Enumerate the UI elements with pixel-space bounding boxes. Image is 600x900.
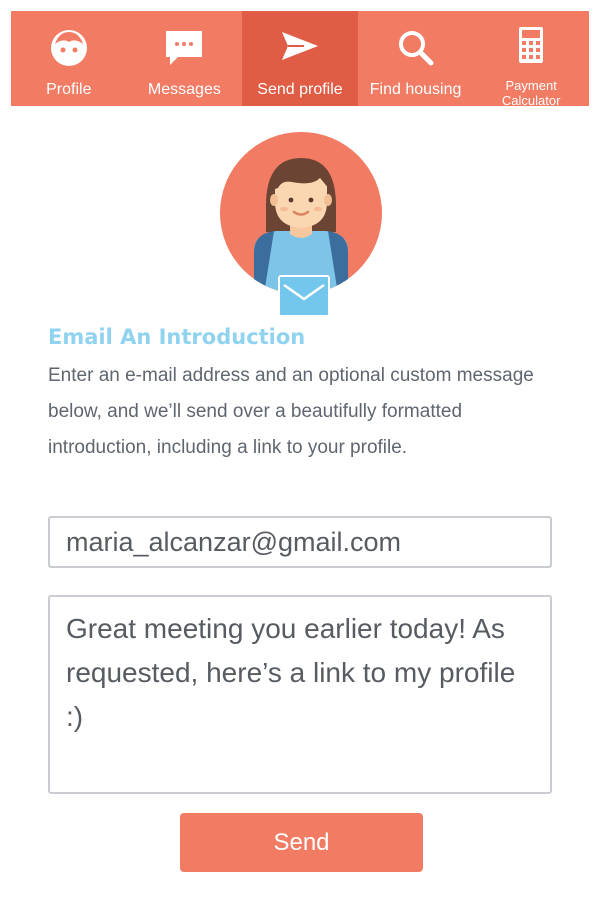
nav-label-send-profile: Send profile — [257, 81, 343, 98]
nav-item-profile[interactable]: Profile — [11, 11, 127, 106]
nav-item-messages[interactable]: Messages — [127, 11, 243, 106]
search-icon — [396, 28, 436, 68]
send-button[interactable]: Send — [180, 813, 423, 872]
profile-face-icon — [49, 28, 89, 68]
message-field[interactable]: Great meeting you earlier today! As requ… — [48, 595, 552, 794]
nav-item-find-housing[interactable]: Find housing — [358, 11, 474, 106]
top-nav: Profile Messages Send profile Find housi… — [11, 11, 589, 108]
nav-label-calculator: Calculator — [501, 93, 561, 108]
paper-plane-icon — [280, 28, 320, 68]
nav-label-profile: Profile — [46, 81, 92, 98]
nav-item-send-profile[interactable]: Send profile — [242, 11, 358, 106]
section-description: Enter an e-mail address and an optional … — [48, 365, 534, 458]
chat-bubble-icon — [164, 28, 204, 68]
nav-item-payment-calculator[interactable]: Payment Calculator — [473, 11, 589, 108]
avatar — [220, 132, 382, 317]
nav-label-messages: Messages — [147, 81, 221, 98]
nav-label-find-housing: Find housing — [369, 81, 462, 98]
email-field[interactable] — [48, 516, 552, 568]
nav-label-payment-calculator: Payment Calculator — [502, 78, 561, 108]
envelope-icon — [278, 275, 330, 317]
user-avatar-icon — [220, 132, 382, 294]
section-title: Email An Introduction — [48, 325, 306, 349]
calculator-icon — [511, 26, 551, 66]
nav-label-payment: Payment — [505, 78, 557, 93]
